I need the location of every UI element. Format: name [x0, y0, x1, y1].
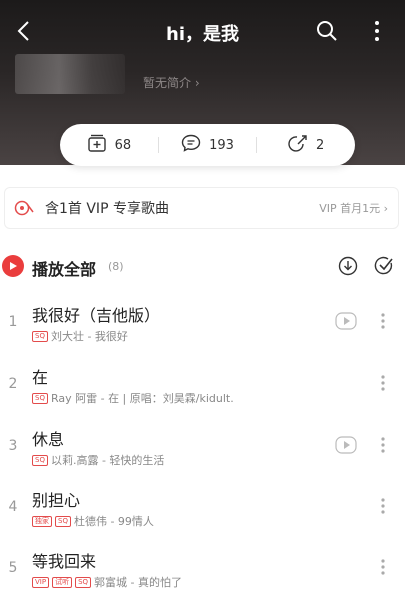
- comment-icon: [181, 134, 201, 156]
- collect-button[interactable]: 68: [60, 134, 158, 156]
- vip-banner-text: 含1首 VIP 专享歌曲: [45, 201, 169, 217]
- comment-button[interactable]: 193: [159, 134, 257, 156]
- play-all-button[interactable]: 播放全部: [32, 256, 96, 280]
- song-index: 2: [8, 376, 18, 392]
- song-title: 我很好（吉他版）: [32, 306, 161, 325]
- song-index: 1: [8, 314, 18, 330]
- play-icon[interactable]: [2, 255, 24, 277]
- download-icon[interactable]: [336, 254, 360, 278]
- vip-offer-link[interactable]: VIP 首月1元 ›: [319, 200, 388, 216]
- quality-badge: SQ: [32, 330, 48, 342]
- more-icon[interactable]: [376, 374, 390, 392]
- mv-icon[interactable]: [335, 312, 357, 330]
- song-artist-album: 刘大壮 - 我很好: [50, 330, 128, 343]
- song-artist-album: Ray 阿雷 - 在 | 原唱：刘昊霖/kidult.: [50, 392, 234, 405]
- play-all-bar: 播放全部 (8): [0, 252, 405, 282]
- vip-banner[interactable]: 含1首 VIP 专享歌曲 VIP 首月1元 ›: [4, 187, 399, 229]
- more-icon[interactable]: [360, 14, 394, 48]
- page-title: hi，是我: [166, 24, 239, 45]
- song-row[interactable]: 4 别担心 独家 SQ 杜德伟 - 99情人: [0, 485, 405, 541]
- preview-badge: 试听: [52, 576, 73, 588]
- comment-count: 193: [209, 137, 234, 153]
- multi-select-icon[interactable]: [372, 254, 396, 278]
- song-index: 3: [8, 438, 18, 454]
- song-title: 别担心: [32, 491, 81, 510]
- search-icon[interactable]: [310, 14, 344, 48]
- song-row[interactable]: 2 在 SQ Ray 阿雷 - 在 | 原唱：刘昊霖/kidult.: [0, 362, 405, 418]
- exclusive-badge: 独家: [32, 515, 52, 527]
- song-index: 4: [8, 499, 18, 515]
- song-row[interactable]: 5 等我回来 VIP 试听 SQ 郭富城 - 真的怕了: [0, 546, 405, 602]
- mv-icon[interactable]: [335, 436, 357, 454]
- song-title: 休息: [32, 430, 65, 449]
- share-icon: [288, 134, 308, 156]
- song-meta: SQ Ray 阿雷 - 在 | 原唱：刘昊霖/kidult.: [32, 390, 234, 406]
- more-icon[interactable]: [376, 312, 390, 330]
- more-icon[interactable]: [376, 558, 390, 576]
- playlist-stats-bar: 68 193 2: [60, 124, 355, 166]
- more-icon[interactable]: [376, 436, 390, 454]
- song-artist-album: 以莉.高露 - 轻快的生活: [50, 454, 165, 467]
- share-button[interactable]: 2: [257, 134, 355, 156]
- collect-icon: [87, 134, 107, 156]
- song-meta: 独家 SQ 杜德伟 - 99情人: [32, 513, 154, 529]
- vip-badge: VIP: [32, 576, 50, 588]
- song-row[interactable]: 3 休息 SQ 以莉.高露 - 轻快的生活: [0, 424, 405, 480]
- playlist-intro[interactable]: 暂无简介 ›: [143, 74, 200, 91]
- song-count: (8): [108, 260, 124, 273]
- quality-badge: SQ: [32, 454, 48, 466]
- quality-badge: SQ: [55, 515, 71, 527]
- song-artist-album: 郭富城 - 真的怕了: [94, 576, 182, 589]
- collect-count: 68: [114, 137, 132, 153]
- song-meta: SQ 以莉.高露 - 轻快的生活: [32, 452, 164, 468]
- share-count: 2: [316, 137, 325, 153]
- song-row[interactable]: 1 我很好（吉他版） SQ 刘大壮 - 我很好: [0, 300, 405, 356]
- song-meta: VIP 试听 SQ 郭富城 - 真的怕了: [32, 574, 182, 590]
- song-meta: SQ 刘大壮 - 我很好: [32, 328, 128, 344]
- more-icon[interactable]: [376, 497, 390, 515]
- quality-badge: SQ: [32, 392, 48, 404]
- vip-disc-icon: [13, 197, 35, 219]
- playlist-cover[interactable]: [15, 54, 125, 94]
- quality-badge: SQ: [75, 576, 92, 588]
- song-index: 5: [8, 560, 18, 576]
- song-title: 等我回来: [32, 552, 97, 571]
- song-artist-album: 杜德伟 - 99情人: [73, 515, 154, 528]
- song-title: 在: [32, 368, 49, 387]
